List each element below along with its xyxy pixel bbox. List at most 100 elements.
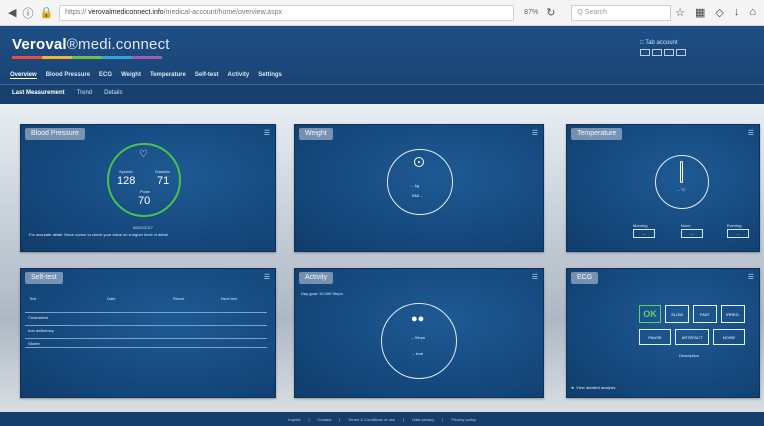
ecg-fast-tile[interactable]: FAST	[693, 305, 717, 323]
nav-activity[interactable]: Activity	[228, 72, 250, 79]
pulse-value: 70	[138, 195, 151, 207]
ecg-ok-tile[interactable]: OK	[639, 305, 661, 323]
url-path: /medical-account/home/overview.aspx	[163, 9, 282, 16]
arrow-icon: ►	[571, 385, 575, 390]
card-title: Weight	[299, 128, 333, 140]
lang-button-2[interactable]	[652, 49, 662, 56]
footer-link-terms[interactable]: Terms & Conditions of use	[348, 417, 395, 422]
footprints-icon: ●●	[411, 313, 425, 325]
diastolic-value: 71	[157, 175, 170, 187]
footer: Imprint | Contact | Terms & Conditions of …	[0, 412, 764, 426]
card-menu-icon[interactable]: ☰	[264, 129, 270, 137]
weight-card[interactable]: Weight ☰ -- kg BMI --	[294, 124, 544, 252]
sub-nav: Last Measurement Trend Details	[12, 90, 122, 96]
ecg-slow-tile[interactable]: SLOW	[665, 305, 689, 323]
noon-box[interactable]: --	[681, 229, 703, 238]
noon-label: Noon	[681, 223, 691, 228]
ecg-card[interactable]: ECG ☰ OK SLOW FAST IRREG. PAUSE ARTEFACT…	[566, 268, 760, 398]
heart-icon: ♡	[139, 149, 148, 160]
card-title: Self-test	[25, 272, 63, 284]
lang-button-1[interactable]	[640, 49, 650, 56]
footer-link-privacy-policy[interactable]: Privacy policy	[451, 417, 475, 422]
col-result: Result	[173, 296, 185, 301]
systolic-label: Systolic	[119, 169, 133, 174]
brand-logo[interactable]: Veroval®medi.connect	[12, 36, 170, 53]
card-title: Blood Pressure	[25, 128, 85, 140]
weight-value: -- kg	[411, 183, 419, 188]
table-row[interactable]: Iron deficiency	[25, 325, 267, 335]
morning-box[interactable]: --	[633, 229, 655, 238]
pocket-icon[interactable]: ◇	[715, 6, 723, 19]
footer-link-data-privacy[interactable]: Data privacy	[412, 417, 434, 422]
col-next-test: Next test	[221, 296, 237, 301]
ecg-detail-link[interactable]: ► View detailed analysis	[571, 385, 615, 390]
ecg-artefact-tile[interactable]: ARTEFACT	[675, 329, 709, 345]
kcal-value: -- kcal	[412, 351, 423, 356]
table-row[interactable]: Cholesterol	[25, 312, 267, 322]
nav-temperature[interactable]: Temperature	[150, 72, 186, 79]
nav-ecg[interactable]: ECG	[99, 72, 112, 79]
logo-stripe	[12, 56, 162, 59]
download-icon[interactable]: ↓	[734, 6, 740, 19]
back-arrow-icon[interactable]: ◀	[8, 6, 16, 19]
nav-overview[interactable]: Overview	[10, 72, 37, 79]
ecg-noise-tile[interactable]: NOISE	[713, 329, 745, 345]
url-host: verovalmediconnect.info	[88, 9, 164, 16]
evening-box[interactable]: --	[727, 229, 749, 238]
subnav-trend[interactable]: Trend	[77, 90, 92, 96]
nav-divider	[0, 84, 764, 85]
help-button[interactable]	[676, 49, 686, 56]
temperature-value: -- °C	[677, 187, 686, 192]
card-menu-icon[interactable]: ☰	[532, 273, 538, 281]
evening-label: Evening	[727, 223, 742, 228]
nav-settings[interactable]: Settings	[258, 72, 282, 79]
activity-card[interactable]: Activity ☰ Day goal: 10,000 Steps ●● -- …	[294, 268, 544, 398]
nav-blood-pressure[interactable]: Blood Pressure	[46, 72, 90, 79]
morning-label: Morning	[633, 223, 648, 228]
temperature-card[interactable]: Temperature ☰ -- °C Morning -- Noon -- E…	[566, 124, 760, 252]
card-menu-icon[interactable]: ☰	[532, 129, 538, 137]
footer-link-contact[interactable]: Contact	[317, 417, 331, 422]
subnav-details[interactable]: Details	[104, 90, 122, 96]
footer-link-imprint[interactable]: Imprint	[288, 417, 300, 422]
reload-icon[interactable]: ↻	[546, 6, 555, 19]
zoom-level[interactable]: 87%	[524, 9, 538, 16]
ecg-irregular-tile[interactable]: IRREG.	[721, 305, 745, 323]
card-menu-icon[interactable]: ☰	[264, 273, 270, 281]
card-menu-icon[interactable]: ☰	[748, 129, 754, 137]
lock-icon: 🔒	[39, 7, 54, 19]
bmi-value: BMI --	[412, 193, 423, 198]
user-area: □ Tab account	[640, 40, 686, 56]
browser-search[interactable]: Q Search	[571, 4, 672, 21]
app-header: Veroval®medi.connect □ Tab account Overv…	[0, 26, 764, 104]
measurement-date: 06/01/2017	[133, 225, 154, 230]
ecg-caption: Description	[679, 353, 700, 358]
card-menu-icon[interactable]: ☰	[748, 273, 754, 281]
home-icon[interactable]: ⌂	[749, 6, 756, 19]
table-row[interactable]: Gluten	[25, 338, 267, 348]
user-name[interactable]: Tab account	[645, 40, 677, 46]
self-test-card[interactable]: Self-test ☰ Test Date Result Next test C…	[20, 268, 276, 398]
reading-list-icon[interactable]: ▦	[695, 6, 705, 19]
col-date: Date	[107, 296, 116, 301]
info-icon[interactable]: ⓘ	[22, 5, 33, 21]
star-icon[interactable]: ☆	[675, 6, 685, 19]
card-title: ECG	[571, 272, 599, 284]
blood-pressure-card[interactable]: Blood Pressure ☰ ♡ Systolic 128 Diastoli…	[20, 124, 276, 252]
url-prefix: https://	[65, 9, 87, 16]
dashboard: Blood Pressure ☰ ♡ Systolic 128 Diastoli…	[0, 104, 764, 412]
pulse-label: Pulse	[140, 189, 151, 194]
activity-goal: Day goal: 10,000 Steps	[301, 291, 343, 296]
col-test: Test	[29, 296, 37, 301]
ecg-pause-tile[interactable]: PAUSE	[639, 329, 671, 345]
systolic-value: 128	[117, 175, 136, 187]
address-bar[interactable]: https:// verovalmediconnect.info /medica…	[59, 4, 515, 21]
nav-weight[interactable]: Weight	[121, 72, 141, 79]
card-title: Activity	[299, 272, 334, 284]
scale-icon	[414, 157, 424, 167]
lang-button-3[interactable]	[664, 49, 674, 56]
thermometer-icon	[680, 161, 683, 183]
steps-value: -- Steps	[411, 335, 426, 340]
subnav-last-measurement[interactable]: Last Measurement	[12, 90, 65, 96]
nav-self-test[interactable]: Self-test	[195, 72, 219, 79]
